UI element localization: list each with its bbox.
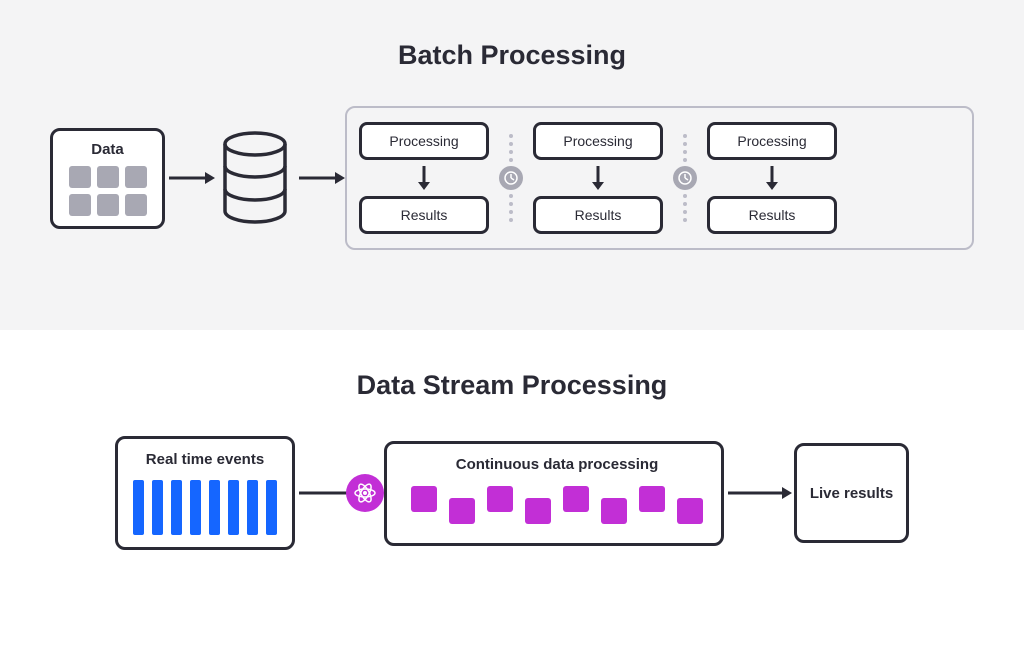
arrow-down-icon xyxy=(416,166,432,190)
data-box: Data xyxy=(50,128,165,229)
atom-icon xyxy=(346,474,384,512)
arrow-icon xyxy=(295,168,345,188)
batch-step: Processing Results xyxy=(359,122,489,234)
results-box: Results xyxy=(533,196,663,234)
stream-squares-icon xyxy=(411,485,703,525)
data-label: Data xyxy=(63,141,152,158)
events-label: Real time events xyxy=(130,451,280,468)
results-box: Results xyxy=(707,196,837,234)
batch-step: Processing Results xyxy=(707,122,837,234)
clock-icon xyxy=(673,166,697,190)
batch-title: Batch Processing xyxy=(50,40,974,71)
batch-step: Processing Results xyxy=(533,122,663,234)
continuous-label: Continuous data processing xyxy=(456,456,659,473)
stream-row: Real time events Continuous data process… xyxy=(50,436,974,550)
stream-section: Data Stream Processing Real time events … xyxy=(0,330,1024,600)
database-icon xyxy=(215,131,295,226)
time-separator xyxy=(673,134,697,222)
batch-row: Data Processing xyxy=(50,106,974,250)
batch-section: Batch Processing Data xyxy=(0,0,1024,330)
arrow-down-icon xyxy=(764,166,780,190)
stream-title: Data Stream Processing xyxy=(50,370,974,401)
batch-panel: Processing Results Processing Results xyxy=(345,106,974,250)
live-results-label: Live results xyxy=(810,485,893,502)
continuous-box: Continuous data processing xyxy=(384,441,724,546)
arrow-icon xyxy=(165,168,215,188)
arrow-down-icon xyxy=(590,166,606,190)
time-separator xyxy=(499,134,523,222)
arrow-icon xyxy=(724,483,794,503)
processing-box: Processing xyxy=(533,122,663,160)
events-box: Real time events xyxy=(115,436,295,550)
events-bars-icon xyxy=(130,480,280,535)
results-box: Results xyxy=(359,196,489,234)
clock-icon xyxy=(499,166,523,190)
live-results-box: Live results xyxy=(794,443,909,543)
processing-box: Processing xyxy=(707,122,837,160)
data-grid-icon xyxy=(63,166,152,216)
processing-box: Processing xyxy=(359,122,489,160)
